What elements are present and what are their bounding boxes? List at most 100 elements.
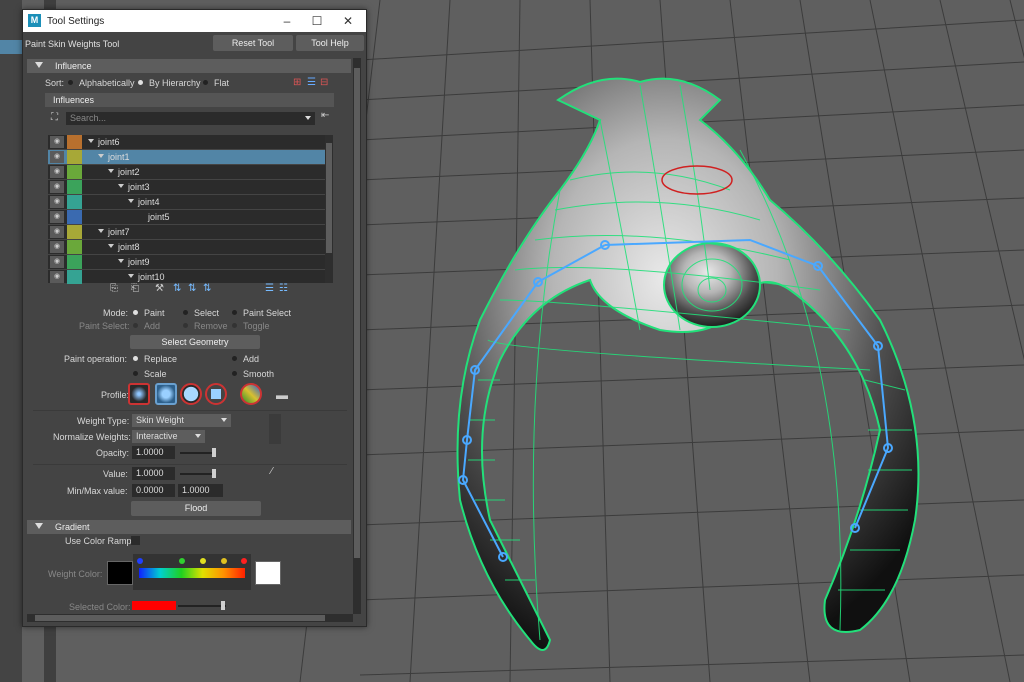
mirror-weights-icon[interactable]: ⇅: [203, 283, 211, 294]
list-item[interactable]: ◉ joint2: [48, 165, 326, 180]
eye-icon[interactable]: ◉: [50, 226, 64, 238]
weight-color-black-swatch[interactable]: [107, 561, 133, 585]
op-add-radio[interactable]: [232, 356, 237, 361]
selected-color-swatch[interactable]: [132, 601, 176, 610]
weight-color-white-swatch[interactable]: [255, 561, 281, 585]
move-weights-icon[interactable]: ⇅: [173, 283, 181, 294]
expand-arrow-icon[interactable]: [118, 259, 124, 263]
list-item[interactable]: ◉ joint1: [48, 150, 326, 165]
search-dropdown[interactable]: [302, 112, 315, 125]
filter-icon[interactable]: ⊞: [293, 77, 301, 88]
ramp-handle[interactable]: [179, 558, 185, 564]
eye-icon[interactable]: ◉: [50, 211, 64, 223]
mode-paint-select-radio[interactable]: [232, 310, 237, 315]
list-view-icon[interactable]: ☰: [307, 77, 316, 88]
max-value-field[interactable]: 1.0000: [178, 484, 223, 497]
list-item[interactable]: ◉ joint7: [48, 225, 326, 240]
list-options-icon[interactable]: ⊟: [320, 77, 328, 88]
influence-list[interactable]: ◉ joint6 ◉ joint1 ◉ joint2 ◉ joint3 ◉ joint4 ◉ join…: [48, 135, 333, 285]
ramp-handle[interactable]: [137, 558, 143, 564]
maximize-icon[interactable]: ☐: [303, 13, 331, 29]
weight-hammer-icon[interactable]: ⚒: [155, 283, 164, 294]
eye-icon[interactable]: ◉: [50, 151, 64, 163]
list-item[interactable]: ◉ joint4: [48, 195, 326, 210]
title-bar[interactable]: M Tool Settings – ☐ ✕: [23, 10, 366, 32]
selected-color-slider-thumb[interactable]: [221, 601, 225, 610]
eye-icon[interactable]: ◉: [50, 136, 64, 148]
opacity-slider-thumb[interactable]: [212, 448, 216, 457]
left-toolbar-active[interactable]: [0, 40, 22, 54]
value-field[interactable]: 1.0000: [132, 467, 175, 480]
scrollbar-thumb[interactable]: [35, 615, 325, 621]
select-geometry-button[interactable]: Select Geometry: [130, 335, 260, 349]
expand-arrow-icon[interactable]: [98, 154, 104, 158]
eye-icon[interactable]: ◉: [50, 256, 64, 268]
paste-weights-icon[interactable]: ⎗: [131, 283, 139, 294]
expand-arrow-icon[interactable]: [128, 199, 134, 203]
weight-type-dropdown[interactable]: Skin Weight: [132, 414, 231, 427]
selected-color-slider[interactable]: [178, 605, 226, 607]
expand-arrow-icon[interactable]: [88, 139, 94, 143]
opacity-slider[interactable]: [180, 452, 216, 454]
copy-weights-icon[interactable]: ⎘: [110, 283, 118, 294]
value-slider-thumb[interactable]: [212, 469, 216, 478]
expand-arrow-icon[interactable]: [128, 274, 134, 278]
expand-arrow-icon[interactable]: [108, 244, 114, 248]
expand-arrow-icon[interactable]: [98, 229, 104, 233]
list-item[interactable]: ◉ joint8: [48, 240, 326, 255]
mode-paint-radio[interactable]: [133, 310, 138, 315]
profile-solid-brush[interactable]: [180, 383, 202, 405]
list-item[interactable]: ◉ joint9: [48, 255, 326, 270]
scrollbar-thumb[interactable]: [326, 143, 332, 253]
mode-select-radio[interactable]: [183, 310, 188, 315]
tool-help-button[interactable]: Tool Help: [296, 35, 364, 51]
eye-icon[interactable]: ◉: [50, 196, 64, 208]
use-color-ramp-checkbox[interactable]: [131, 536, 140, 545]
normalize-weights-dropdown[interactable]: Interactive: [132, 430, 205, 443]
influence-section-header[interactable]: Influence: [27, 59, 351, 73]
folder-icon[interactable]: ▬: [276, 388, 288, 402]
expand-arrow-icon[interactable]: [108, 169, 114, 173]
sort-flat-radio[interactable]: [203, 80, 208, 85]
window-horizontal-scrollbar[interactable]: [27, 614, 353, 622]
reset-tool-button[interactable]: Reset Tool: [213, 35, 293, 51]
expand-all-icon[interactable]: ☰: [265, 283, 274, 294]
influence-list-scrollbar[interactable]: [325, 135, 333, 283]
select-region-icon[interactable]: ⛶: [51, 112, 58, 123]
gradient-section-header[interactable]: Gradient: [27, 520, 351, 534]
eye-icon[interactable]: ◉: [50, 181, 64, 193]
window-vertical-scrollbar[interactable]: [353, 58, 361, 614]
close-icon[interactable]: ✕: [334, 13, 362, 29]
collapse-all-icon[interactable]: ☷: [279, 283, 288, 294]
show-influences-icon[interactable]: ⇅: [188, 283, 196, 294]
op-scale-radio[interactable]: [133, 371, 138, 376]
op-replace-radio[interactable]: [133, 356, 138, 361]
profile-soft-brush[interactable]: [155, 383, 177, 405]
op-smooth-radio[interactable]: [232, 371, 237, 376]
eyedropper-icon[interactable]: ⁄: [271, 466, 273, 477]
minimize-icon[interactable]: –: [273, 13, 301, 29]
ramp-handle[interactable]: [200, 558, 206, 564]
influence-search-input[interactable]: Search...: [66, 112, 315, 125]
scrollbar-thumb[interactable]: [354, 68, 360, 558]
ramp-handle[interactable]: [221, 558, 227, 564]
list-item[interactable]: ◉ joint3: [48, 180, 326, 195]
profile-square-brush[interactable]: [205, 383, 227, 405]
expand-arrow-icon[interactable]: [118, 184, 124, 188]
profile-gaussian-brush[interactable]: [128, 383, 150, 405]
opacity-field[interactable]: 1.0000: [132, 446, 175, 459]
min-value-field[interactable]: 0.0000: [132, 484, 175, 497]
eye-icon[interactable]: ◉: [50, 241, 64, 253]
eye-icon[interactable]: ◉: [50, 166, 64, 178]
list-item[interactable]: ◉ joint5: [48, 210, 326, 225]
flood-button[interactable]: Flood: [131, 501, 261, 516]
sort-alphabetically-radio[interactable]: [68, 80, 73, 85]
eye-icon[interactable]: ◉: [50, 271, 64, 283]
profile-image-brush[interactable]: [240, 383, 262, 405]
value-slider[interactable]: [180, 473, 216, 475]
list-item[interactable]: ◉ joint6: [48, 135, 326, 150]
ramp-handle[interactable]: [241, 558, 247, 564]
sort-by-hierarchy-radio[interactable]: [138, 80, 143, 85]
color-ramp[interactable]: [133, 554, 251, 590]
pin-icon[interactable]: ⇤: [321, 110, 329, 121]
